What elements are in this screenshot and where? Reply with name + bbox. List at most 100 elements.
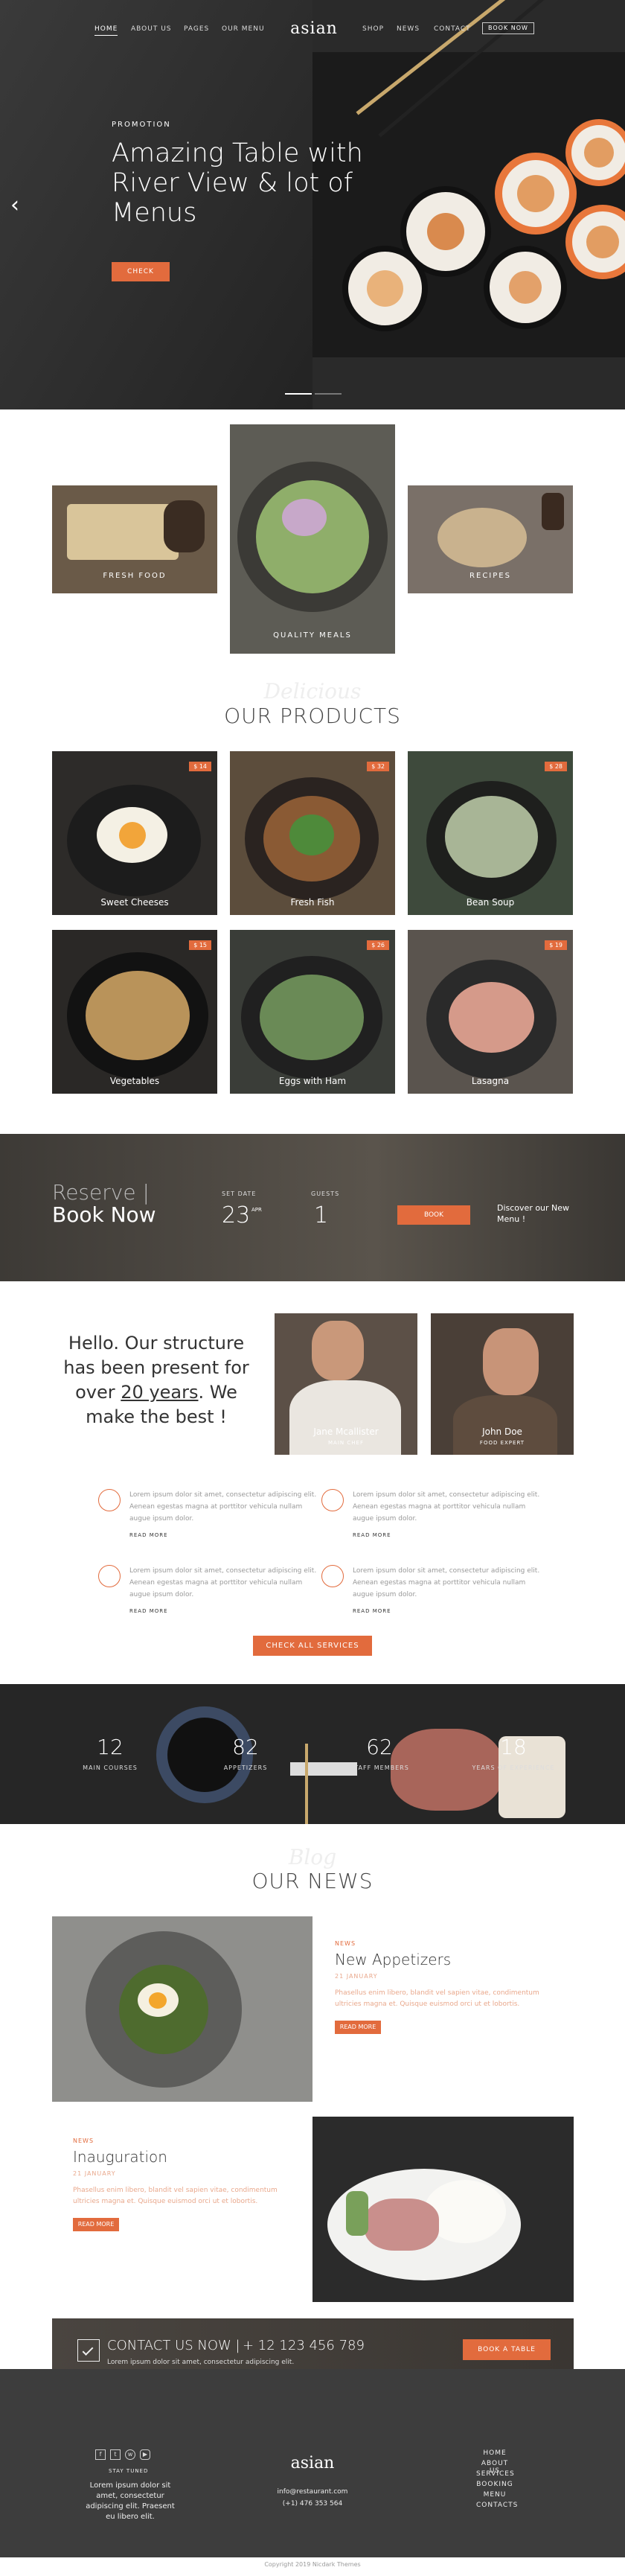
chevron-left-icon[interactable]: ‹	[10, 192, 19, 218]
nav-our-menu[interactable]: OUR MENU	[222, 25, 265, 33]
products-title: OUR PRODUCTS	[224, 704, 401, 728]
stat-number: 82	[232, 1735, 259, 1759]
news-title[interactable]: Inauguration	[73, 2148, 167, 2166]
service-text: Lorem ipsum dolor sit amet, consectetur …	[353, 1491, 540, 1523]
footer-link-booking[interactable]: BOOKING	[476, 2481, 513, 2488]
category-label: QUALITY MEALS	[273, 631, 352, 640]
news-image[interactable]	[312, 2117, 574, 2302]
news-image[interactable]	[52, 1916, 312, 2102]
read-more-link[interactable]: READ MORE	[353, 1608, 391, 1614]
stat-number: 18	[500, 1735, 527, 1759]
category-label: FRESH FOOD	[103, 572, 167, 580]
date-label: SET DATE	[222, 1190, 257, 1197]
product-name: Sweet Cheeses	[100, 897, 169, 908]
nav-contact[interactable]: CONTACT	[434, 25, 471, 33]
contact-subtitle: Lorem ipsum dolor sit amet, consectetur …	[107, 2359, 295, 2366]
footer-link-home[interactable]: HOME	[476, 2449, 513, 2457]
guests-value[interactable]: 1	[314, 1202, 328, 1228]
service-text: Lorem ipsum dolor sit amet, consectetur …	[129, 1491, 317, 1523]
news-date: 21 JANUARY	[73, 2170, 116, 2177]
price-badge: $ 28	[545, 762, 567, 771]
product-name: Eggs with Ham	[278, 1076, 347, 1086]
facebook-icon[interactable]: f	[95, 2449, 106, 2460]
nav-about-us[interactable]: ABOUT US	[131, 25, 172, 33]
chef-name: John Doe	[482, 1426, 522, 1437]
footer-link-services[interactable]: SERVICES	[476, 2470, 514, 2478]
discover-menu-link[interactable]: Discover our New Menu !	[497, 1202, 571, 1225]
category-fresh-food[interactable]: FRESH FOOD	[52, 485, 217, 593]
nav-shop[interactable]: SHOP	[362, 25, 384, 33]
stat-number: 12	[97, 1735, 124, 1759]
footer-link-contacts[interactable]: CONTACTS	[476, 2502, 517, 2509]
product-card[interactable]: $ 14 Sweet Cheeses	[52, 751, 217, 915]
product-name: Lasagna	[471, 1076, 510, 1086]
news-title[interactable]: New Appetizers	[335, 1951, 451, 1968]
hero-check-button[interactable]: CHECK	[112, 262, 170, 281]
date-value[interactable]: 23	[222, 1202, 250, 1228]
social-icons: f t w ▶	[95, 2449, 150, 2460]
footer-link-menu[interactable]: MENU	[476, 2491, 513, 2499]
hero-title: Amazing Table with River View & lot of M…	[112, 138, 363, 228]
about-heading-years: 20 years	[121, 1382, 199, 1403]
chef-card[interactable]: John Doe FOOD EXPERT	[431, 1313, 574, 1455]
reserve-book-button[interactable]: BOOK	[397, 1205, 470, 1225]
category-recipes[interactable]: RECIPES	[408, 485, 573, 593]
hero-label: PROMOTION	[112, 121, 171, 129]
book-a-table-button[interactable]: BOOK A TABLE	[463, 2339, 551, 2360]
footer: f t w ▶ STAY TUNED Lorem ipsum dolor sit…	[0, 2369, 625, 2557]
chef-role: MAIN CHEF	[328, 1440, 364, 1446]
stat-label: APPETIZERS	[223, 1764, 268, 1771]
read-more-button[interactable]: READ MORE	[335, 2021, 381, 2034]
price-badge: $ 32	[367, 762, 389, 771]
noodles-icon	[98, 1565, 121, 1587]
nav-home[interactable]: HOME	[94, 25, 118, 36]
slider-dot-active[interactable]	[285, 393, 312, 395]
chef-name: Jane Mcallister	[313, 1426, 379, 1437]
youtube-icon[interactable]: ▶	[140, 2449, 150, 2460]
news-excerpt: Phasellus enim libero, blandit vel sapie…	[73, 2187, 278, 2205]
footer-email[interactable]: info@restaurant.com	[275, 2487, 350, 2497]
whatsapp-icon[interactable]: w	[125, 2449, 135, 2460]
book-now-button[interactable]: BOOK NOW	[482, 22, 534, 34]
chef-role: FOOD EXPERT	[479, 1440, 525, 1446]
twitter-icon[interactable]: t	[110, 2449, 121, 2460]
read-more-button[interactable]: READ MORE	[73, 2218, 119, 2231]
guests-label: GUESTS	[311, 1190, 340, 1197]
price-badge: $ 26	[367, 940, 389, 950]
check-icon	[77, 2339, 100, 2362]
products-script-title: Delicious	[263, 679, 362, 704]
slider-dot[interactable]	[315, 393, 342, 395]
product-card[interactable]: $ 32 Fresh Fish	[230, 751, 395, 915]
news-tag: NEWS	[335, 1940, 356, 1947]
chef-card[interactable]: Jane Mcallister MAIN CHEF	[275, 1313, 417, 1455]
service-text: Lorem ipsum dolor sit amet, consectetur …	[353, 1567, 540, 1598]
footer-logo[interactable]: asian	[286, 2454, 339, 2473]
reserve-banner: Reserve | Book Now SET DATE 23 APR GUEST…	[0, 1134, 625, 1281]
price-badge: $ 15	[189, 940, 211, 950]
product-card[interactable]: $ 15 Vegetables	[52, 930, 217, 1094]
read-more-link[interactable]: READ MORE	[353, 1532, 391, 1538]
read-more-link[interactable]: READ MORE	[129, 1532, 168, 1538]
nav-pages[interactable]: PAGES	[184, 25, 209, 33]
product-name: Bean Soup	[466, 897, 515, 908]
footer-phone[interactable]: (+1) 476 353 564	[275, 2499, 350, 2509]
product-card[interactable]: $ 19 Lasagna	[408, 930, 573, 1094]
product-card[interactable]: $ 26 Eggs with Ham	[230, 930, 395, 1094]
contact-title: CONTACT US NOW |	[107, 2338, 240, 2353]
service-text: Lorem ipsum dolor sit amet, consectetur …	[129, 1567, 317, 1598]
check-all-services-button[interactable]: CHECK ALL SERVICES	[253, 1636, 372, 1656]
category-label: RECIPES	[469, 572, 511, 580]
footer-about-text: Lorem ipsum dolor sit amet, consectetur …	[86, 2481, 175, 2521]
product-card[interactable]: $ 28 Bean Soup	[408, 751, 573, 915]
stats-banner: 12 MAIN COURSES 82 APPETIZERS 62 STAFF M…	[0, 1684, 625, 1824]
news-tag: NEWS	[73, 2137, 94, 2144]
news-title: OUR NEWS	[251, 1869, 374, 1893]
stat-label: MAIN COURSES	[83, 1764, 138, 1771]
logo[interactable]: asian	[287, 19, 341, 38]
reserve-title-line2: Book Now	[52, 1202, 156, 1227]
category-quality-meals[interactable]: QUALITY MEALS	[230, 424, 395, 654]
contact-phone[interactable]: + 12 123 456 789	[243, 2338, 365, 2353]
nav-news[interactable]: NEWS	[397, 25, 420, 33]
read-more-link[interactable]: READ MORE	[129, 1608, 168, 1614]
bowl-icon	[98, 1489, 121, 1511]
